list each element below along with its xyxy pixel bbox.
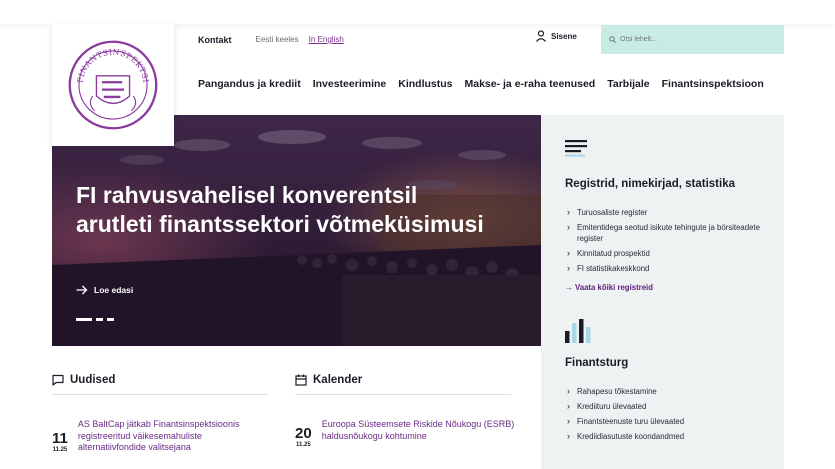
calendar-date: 20 11.25: [295, 425, 312, 449]
nav-payments[interactable]: Makse- ja e-raha teenused: [465, 78, 596, 90]
arrow-right-icon: [76, 285, 88, 295]
list-item[interactable]: Krediituru ülevaated: [565, 401, 765, 412]
calendar-heading[interactable]: Kalender: [295, 374, 362, 386]
news-month: 11.25: [52, 447, 68, 453]
hero-banner[interactable]: FI rahvusvahelisel konverentsil arutleti…: [52, 115, 541, 346]
search-input[interactable]: Otsi lehelt...: [601, 25, 784, 54]
list-item[interactable]: Kinnitatud prospektid: [565, 248, 765, 259]
list-item[interactable]: Emitentidega seotud isikute tehingute ja…: [565, 222, 765, 244]
all-registers-link[interactable]: → Vaata kõiki registreid: [565, 283, 653, 292]
carousel-dot[interactable]: [96, 318, 103, 321]
carousel-dot[interactable]: [107, 318, 114, 321]
calendar-month: 11.25: [296, 442, 311, 448]
carousel-dots[interactable]: [76, 318, 114, 321]
search-icon: [609, 36, 616, 43]
main-nav: Pangandus ja krediit Investeerimine Kind…: [198, 78, 764, 90]
bar-chart-icon: [565, 319, 591, 343]
contact-link[interactable]: Kontakt: [198, 35, 232, 45]
calendar-divider: [295, 394, 511, 395]
quick-links-panel: Registrid, nimekirjad, statistika Turuos…: [541, 115, 784, 469]
signin-button[interactable]: Sisene: [535, 30, 577, 42]
list-item[interactable]: Turuosaliste register: [565, 207, 765, 218]
logo[interactable]: FINANTSINSPEKTSIOON: [52, 24, 174, 146]
news-heading[interactable]: Uudised: [52, 374, 115, 386]
signin-label: Sisene: [551, 31, 577, 41]
list-item[interactable]: FI statistikakeskkond: [565, 263, 765, 274]
news-date: 11 11.25: [52, 431, 68, 454]
utility-bar: Kontakt Eesti keeles In English: [198, 25, 344, 54]
top-band: [0, 0, 835, 24]
menu-lines-icon: [565, 140, 587, 157]
read-more-label: Loe edasi: [94, 285, 134, 295]
market-heading[interactable]: Finantsturg: [565, 357, 628, 369]
lang-et-link[interactable]: Eesti keeles: [256, 35, 299, 44]
news-title[interactable]: AS BaltCap jätkab Finantsinspektsioonis …: [78, 419, 272, 454]
nav-insurance[interactable]: Kindlustus: [398, 78, 452, 90]
calendar-title[interactable]: Euroopa Süsteemsete Riskide Nõukogu (ESR…: [322, 419, 515, 448]
list-item[interactable]: Rahapesu tõkestamine: [565, 386, 765, 397]
logo-seal: FINANTSINSPEKTSIOON: [67, 39, 158, 130]
lang-en-link[interactable]: In English: [309, 35, 344, 44]
nav-fsa[interactable]: Finantsinspektsioon: [662, 78, 764, 90]
list-item[interactable]: Krediidiasutuste koondandmed: [565, 431, 765, 442]
calendar-icon: [295, 374, 307, 386]
hero-title[interactable]: FI rahvusvahelisel konverentsil arutleti…: [76, 181, 496, 239]
search-placeholder: Otsi lehelt...: [620, 36, 657, 43]
news-heading-label: Uudised: [70, 374, 116, 386]
read-more-link[interactable]: Loe edasi: [76, 285, 133, 295]
calendar-heading-label: Kalender: [313, 374, 363, 386]
nav-consumer[interactable]: Tarbijale: [607, 78, 649, 90]
news-divider: [52, 394, 268, 395]
user-icon: [536, 30, 546, 42]
nav-investing[interactable]: Investeerimine: [313, 78, 387, 90]
carousel-dot-active[interactable]: [76, 318, 92, 321]
registers-heading[interactable]: Registrid, nimekirjad, statistika: [565, 178, 735, 190]
list-item[interactable]: Finantsteenuste turu ülevaated: [565, 416, 765, 427]
calendar-item[interactable]: 20 11.25 Euroopa Süsteemsete Riskide Nõu…: [295, 419, 515, 448]
registers-list: Turuosaliste register Emitentidega seotu…: [565, 207, 765, 278]
chat-icon: [52, 374, 64, 386]
news-day: 11: [52, 430, 68, 447]
nav-banking[interactable]: Pangandus ja krediit: [198, 78, 301, 90]
calendar-day: 20: [295, 425, 312, 442]
news-item[interactable]: 11 11.25 AS BaltCap jätkab Finantsinspek…: [52, 419, 272, 454]
market-list: Rahapesu tõkestamine Krediituru ülevaate…: [565, 386, 765, 446]
